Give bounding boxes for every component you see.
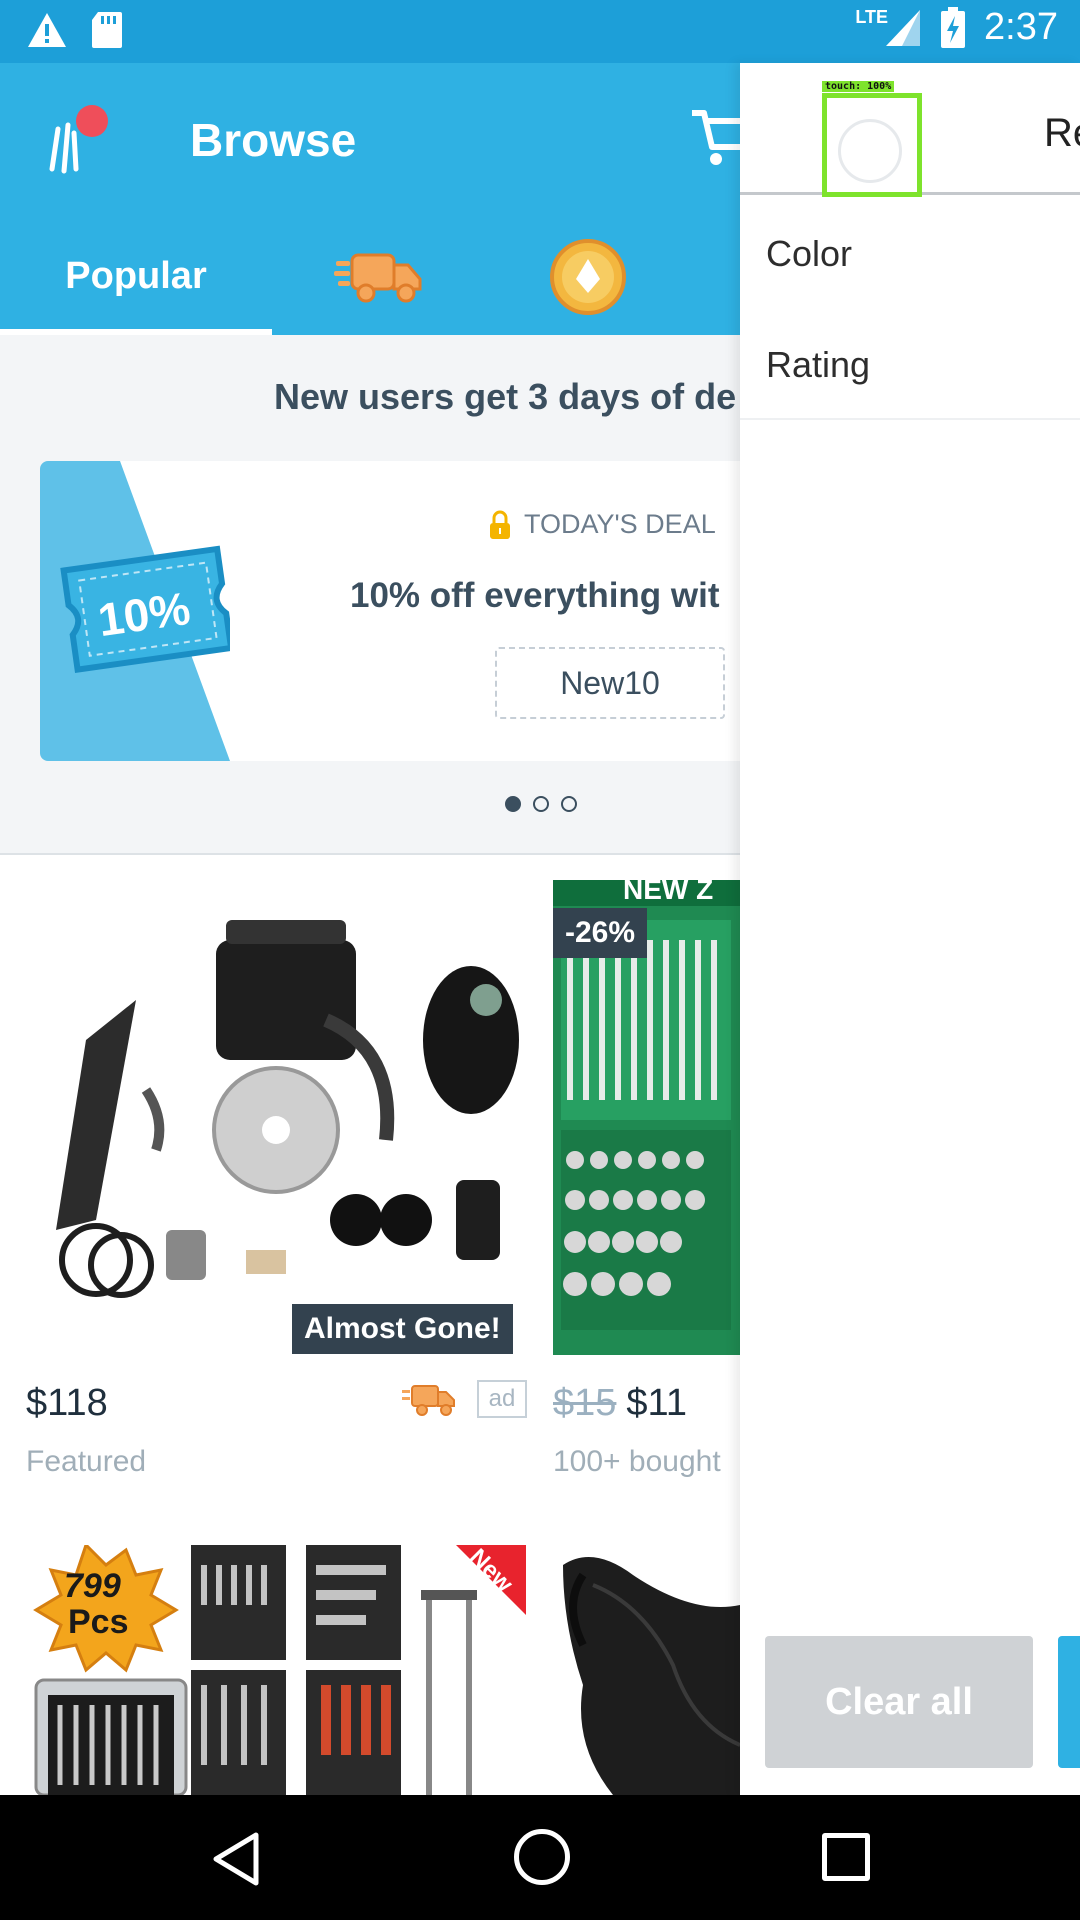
- coupon-code[interactable]: New10: [495, 647, 725, 719]
- original-price: $15: [553, 1382, 617, 1424]
- lock-icon: [490, 510, 510, 539]
- navigation-bar: [0, 1795, 1080, 1920]
- wish-logo-icon[interactable]: [44, 99, 124, 179]
- sd-card-icon: [92, 12, 122, 48]
- product-subtitle: Featured: [26, 1445, 147, 1478]
- carousel-dots: [505, 796, 577, 812]
- page-title: Browse: [190, 114, 357, 166]
- product-image: [553, 1545, 740, 1795]
- product-price: $118: [26, 1382, 108, 1424]
- clock: 2:37: [984, 6, 1058, 48]
- home-icon[interactable]: [514, 1829, 570, 1885]
- deal-label: TODAY'S DEAL: [524, 509, 716, 539]
- active-tab-indicator: [0, 329, 272, 335]
- battery-charging-icon: [941, 6, 966, 48]
- recent-apps-icon[interactable]: [822, 1833, 870, 1881]
- panel-divider: [740, 418, 1080, 420]
- product-image: [26, 880, 526, 1355]
- almost-gone-badge: Almost Gone!: [292, 1304, 513, 1354]
- filter-option-rating[interactable]: Rating: [766, 344, 870, 386]
- deal-title: 10% off everything wit: [350, 576, 720, 615]
- product-card[interactable]: 799 Pcs New: [26, 1545, 526, 1795]
- product-price: $11: [626, 1382, 687, 1424]
- discount-badge: -26%: [553, 908, 648, 958]
- touch-indicator-label: touch: 100%: [822, 81, 895, 92]
- ad-label: ad: [477, 1380, 527, 1418]
- tab-popular[interactable]: Popular: [0, 217, 272, 335]
- clear-all-button[interactable]: Clear all: [765, 1636, 1033, 1768]
- pieces-count-unit: Pcs: [68, 1603, 129, 1641]
- deal-card[interactable]: 10% TODAY'S DEAL 10% off everything wit …: [40, 461, 760, 761]
- apply-button[interactable]: [1058, 1636, 1080, 1768]
- pieces-count-number: 799: [64, 1567, 121, 1605]
- fast-shipping-truck-icon: [402, 1385, 455, 1416]
- warning-icon: [28, 13, 66, 47]
- filter-panel: touch: 100% Re Color Rating Clear all: [740, 63, 1080, 1795]
- filter-panel-header: touch: 100% Re: [740, 63, 1080, 197]
- fast-shipping-truck-icon[interactable]: [334, 247, 424, 307]
- carousel-dot[interactable]: [505, 796, 521, 812]
- filter-option-color[interactable]: Color: [766, 233, 852, 275]
- filter-panel-title[interactable]: Re: [1044, 111, 1080, 156]
- signal-icon: [886, 9, 921, 46]
- product-image-text: NEW Z: [623, 880, 714, 905]
- product-card[interactable]: Almost Gone! $118 ad Featured: [26, 880, 527, 1480]
- status-bar: LTE 2:37: [0, 0, 1080, 63]
- carousel-dot[interactable]: [533, 796, 549, 812]
- coin-icon[interactable]: [548, 237, 628, 317]
- carousel-dot[interactable]: [561, 796, 577, 812]
- product-price-row: $15 $11: [553, 1382, 687, 1425]
- touch-indicator: [822, 93, 922, 197]
- product-card[interactable]: NEW Z -26% $15 $11 100+ bought: [553, 880, 740, 1480]
- deal-label-row: TODAY'S DEAL: [488, 509, 716, 540]
- product-card[interactable]: [553, 1545, 740, 1795]
- back-icon[interactable]: [210, 1831, 262, 1887]
- new-user-banner[interactable]: New users get 3 days of de: [274, 376, 736, 418]
- network-type-label: LTE: [855, 7, 889, 27]
- product-subtitle: 100+ bought: [553, 1445, 721, 1478]
